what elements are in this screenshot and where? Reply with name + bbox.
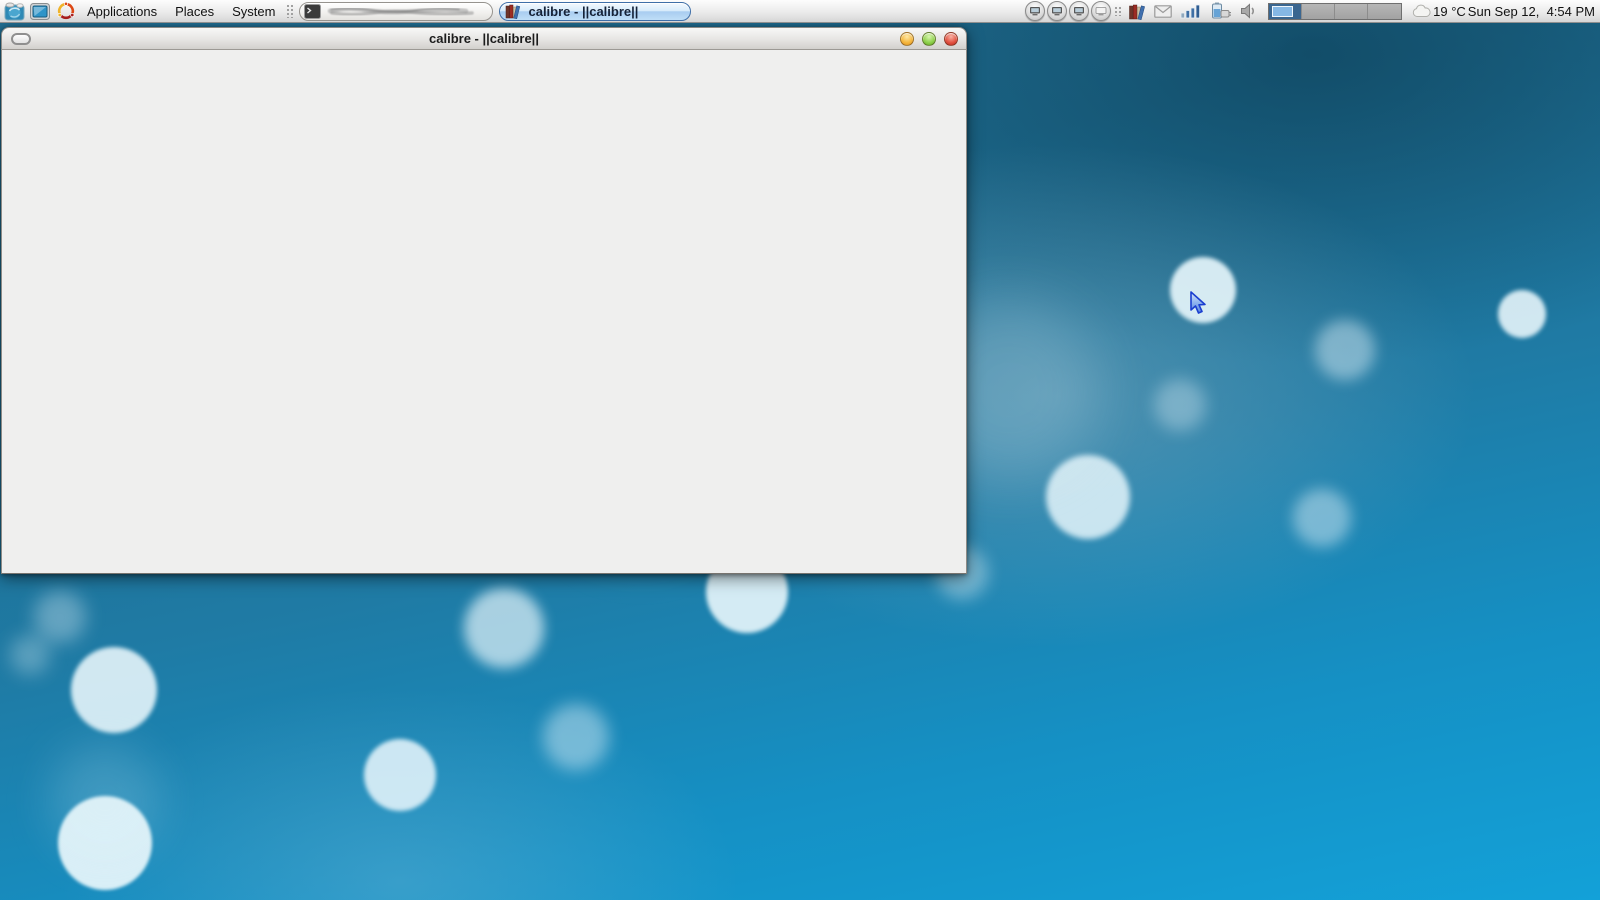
remote-display-button-4[interactable]: [1091, 1, 1112, 21]
bokeh-circle: [1315, 320, 1375, 380]
taskbar-calibre-label: calibre - ||calibre||: [528, 3, 639, 19]
tray-handle[interactable]: [1114, 6, 1123, 16]
calibre-tray-books-icon[interactable]: [1128, 3, 1146, 20]
workspace-3[interactable]: [1335, 3, 1369, 19]
calibre-books-icon: [506, 4, 521, 19]
bokeh-circle: [1498, 290, 1546, 338]
window-titlebar[interactable]: calibre - ||calibre||: [1, 27, 967, 50]
weather-temp: 19 °C: [1433, 3, 1466, 19]
top-panel: Applications Places System calibre - ||c…: [0, 0, 1600, 23]
cloud-icon: [1412, 4, 1431, 17]
menu-system[interactable]: System: [223, 0, 284, 22]
calibre-window: calibre - ||calibre||: [1, 27, 967, 574]
remote-display-button-3[interactable]: [1069, 1, 1090, 21]
menu-applications[interactable]: Applications: [78, 0, 166, 22]
desktop-stage: calibre - ||calibre|| Applications Place…: [0, 0, 1600, 900]
workspace-1[interactable]: [1269, 3, 1303, 19]
window-title: calibre - ||calibre||: [429, 31, 539, 46]
taskbar-button-terminal-redacted[interactable]: [299, 1, 494, 21]
bokeh-circle: [58, 796, 152, 890]
window-menu-button[interactable]: [11, 33, 31, 45]
clock-applet[interactable]: Sun Sep 12, 4:54 PM: [1466, 4, 1597, 19]
mail-icon[interactable]: [1154, 4, 1172, 18]
weather-applet[interactable]: 19 °C: [1412, 4, 1466, 19]
terminal-icon: [304, 3, 322, 19]
remote-display-button-2[interactable]: [1047, 1, 1068, 21]
bokeh-circle: [464, 588, 544, 668]
minimize-button[interactable]: [900, 32, 914, 46]
ubuntu-logo-icon[interactable]: [54, 1, 78, 22]
bokeh-circle: [543, 704, 609, 770]
display-launcher-icon[interactable]: [28, 1, 52, 22]
bokeh-circle: [50, 745, 160, 855]
workspace-4[interactable]: [1368, 3, 1402, 19]
workspace-2[interactable]: [1302, 3, 1336, 19]
battery-charging-icon[interactable]: [1210, 2, 1232, 20]
signal-strength-icon[interactable]: [1180, 3, 1202, 19]
globe-launcher-icon[interactable]: [2, 1, 26, 22]
workspace-window-thumbnail: [1272, 5, 1294, 17]
window-content-empty: [1, 50, 967, 574]
menu-places[interactable]: Places: [166, 0, 223, 22]
remote-display-button-1[interactable]: [1025, 1, 1046, 21]
taskbar-button-calibre[interactable]: calibre - ||calibre||: [499, 1, 692, 21]
bokeh-circle: [1170, 257, 1236, 323]
bokeh-circle: [34, 591, 86, 643]
bokeh-circle: [364, 739, 436, 811]
volume-icon[interactable]: [1240, 3, 1258, 19]
bokeh-circle: [1154, 379, 1206, 431]
bokeh-circle: [71, 647, 157, 733]
bokeh-circle: [10, 635, 50, 675]
maximize-button[interactable]: [922, 32, 936, 46]
redacted-scribble: [328, 6, 475, 17]
workspace-switcher: [1268, 2, 1403, 20]
panel-handle[interactable]: [286, 4, 295, 18]
close-button[interactable]: [944, 32, 958, 46]
bokeh-circle: [1293, 489, 1351, 547]
bokeh-circle: [1046, 455, 1130, 539]
